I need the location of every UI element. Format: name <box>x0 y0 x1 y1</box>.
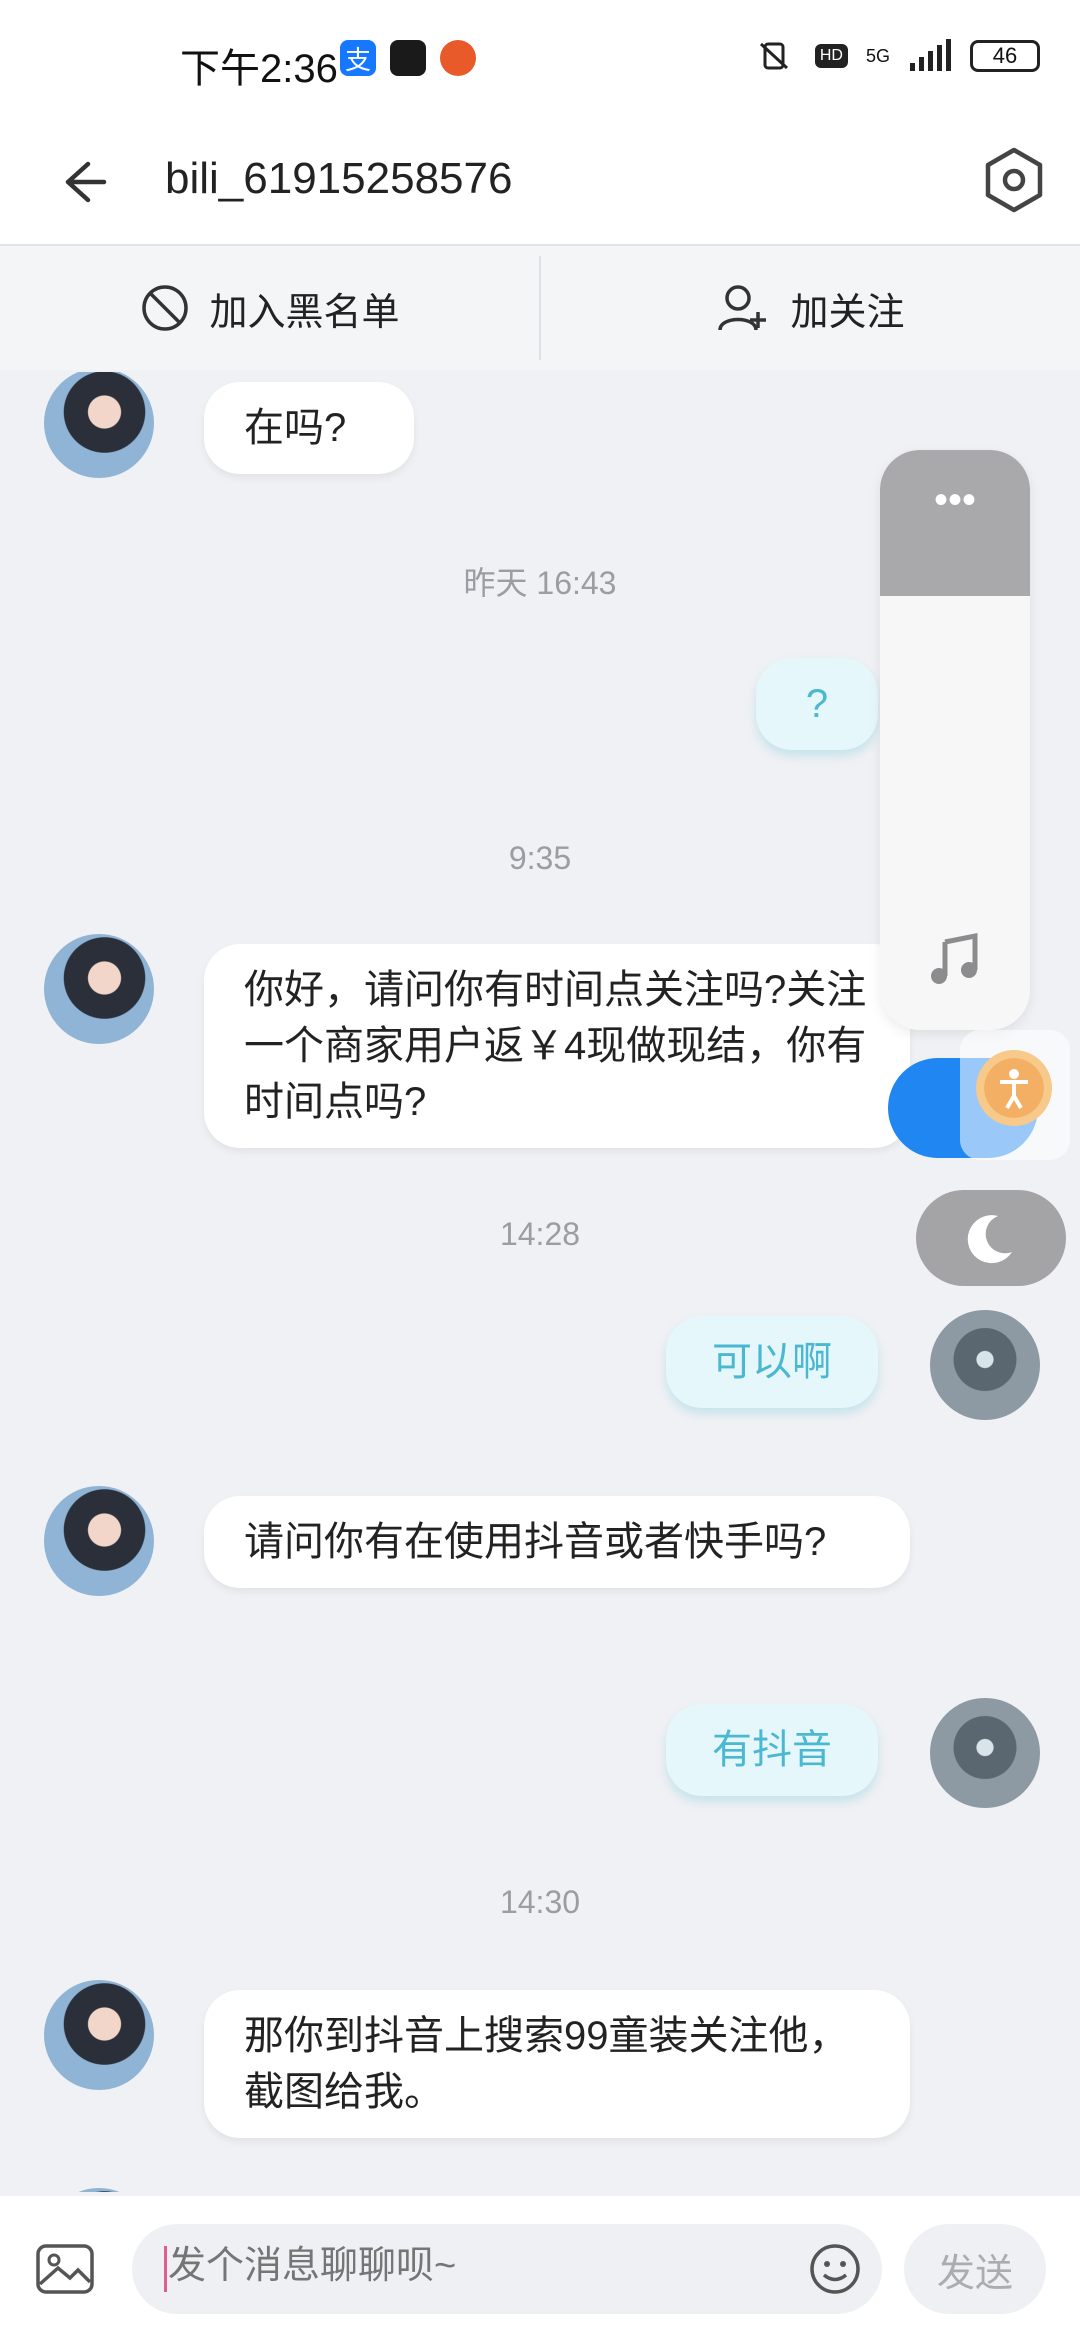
status-right: HD 5G 46 <box>751 36 1040 76</box>
battery-level: 46 <box>992 43 1018 68</box>
arrow-left-icon[interactable] <box>48 150 112 214</box>
avatar[interactable] <box>44 2188 154 2192</box>
blacklist-label: 加入黑名单 <box>209 291 400 334</box>
avatar[interactable] <box>44 1980 154 2090</box>
avatar[interactable] <box>44 372 154 478</box>
page-title: bili_61915258576 <box>165 154 513 203</box>
message-input[interactable] <box>166 2244 770 2289</box>
image-icon[interactable] <box>34 2238 96 2300</box>
timestamp: 14:30 <box>499 1884 581 1920</box>
block-icon <box>142 285 189 331</box>
moon-icon <box>967 1215 1012 1264</box>
signal-icon <box>910 39 951 71</box>
message-bubble[interactable]: 那你到抖音上搜索99童装关注他，截图给我。 <box>204 1990 910 2138</box>
message-bubble[interactable]: 请问你有在使用抖音或者快手吗? <box>204 1496 910 1588</box>
status-time: 下午2:36 <box>180 47 338 91</box>
add-user-icon <box>718 285 767 331</box>
floating-panel[interactable]: ••• <box>880 450 1030 1030</box>
input-bar: 发送 <box>0 2196 1080 2340</box>
alipay-icon: 支 <box>340 40 376 76</box>
message-bubble[interactable]: ? <box>756 658 878 750</box>
message-bubble[interactable]: 可以啊 <box>666 1316 878 1408</box>
avatar[interactable] <box>44 934 154 1044</box>
follow-label: 加关注 <box>790 291 905 334</box>
network-label: 5G <box>865 46 890 66</box>
mute-vibrate-icon <box>759 42 788 70</box>
status-app-icons: 支 <box>340 40 476 76</box>
hexagon-settings-icon[interactable] <box>978 144 1050 216</box>
message-input-field[interactable] <box>132 2224 882 2314</box>
message-bubble[interactable]: 在吗? <box>204 382 414 474</box>
accessibility-icon[interactable] <box>976 1050 1052 1126</box>
night-mode-button[interactable] <box>916 1190 1066 1286</box>
avatar[interactable] <box>930 1310 1040 1420</box>
more-menu-icon[interactable]: ••• <box>880 450 1030 596</box>
follow-button[interactable]: 加关注 <box>541 246 1080 370</box>
pumpkin-icon <box>440 40 476 76</box>
hd-badge: HD <box>814 44 848 68</box>
message-bubble[interactable]: 你好，请问你有时间点关注吗?关注一个商家用户返￥4现做现结，你有时间点吗? <box>204 944 910 1148</box>
blacklist-button[interactable]: 加入黑名单 <box>0 246 539 370</box>
person-icon <box>1000 1069 1028 1110</box>
chat-header: bili_61915258576 <box>0 120 1080 246</box>
message-bubble[interactable]: 有抖音 <box>666 1704 878 1796</box>
music-note-icon[interactable] <box>925 930 985 990</box>
status-bar: 下午2:36 支 HD 5G 46 <box>0 0 1080 120</box>
avatar[interactable] <box>44 1486 154 1596</box>
send-button[interactable]: 发送 <box>904 2224 1046 2314</box>
avatar[interactable] <box>930 1698 1040 1808</box>
tiktok-lite-icon <box>390 40 426 76</box>
emoji-icon[interactable] <box>808 2242 862 2296</box>
action-bar: 加入黑名单 加关注 <box>0 246 1080 370</box>
battery-icon: 46 <box>970 40 1040 72</box>
